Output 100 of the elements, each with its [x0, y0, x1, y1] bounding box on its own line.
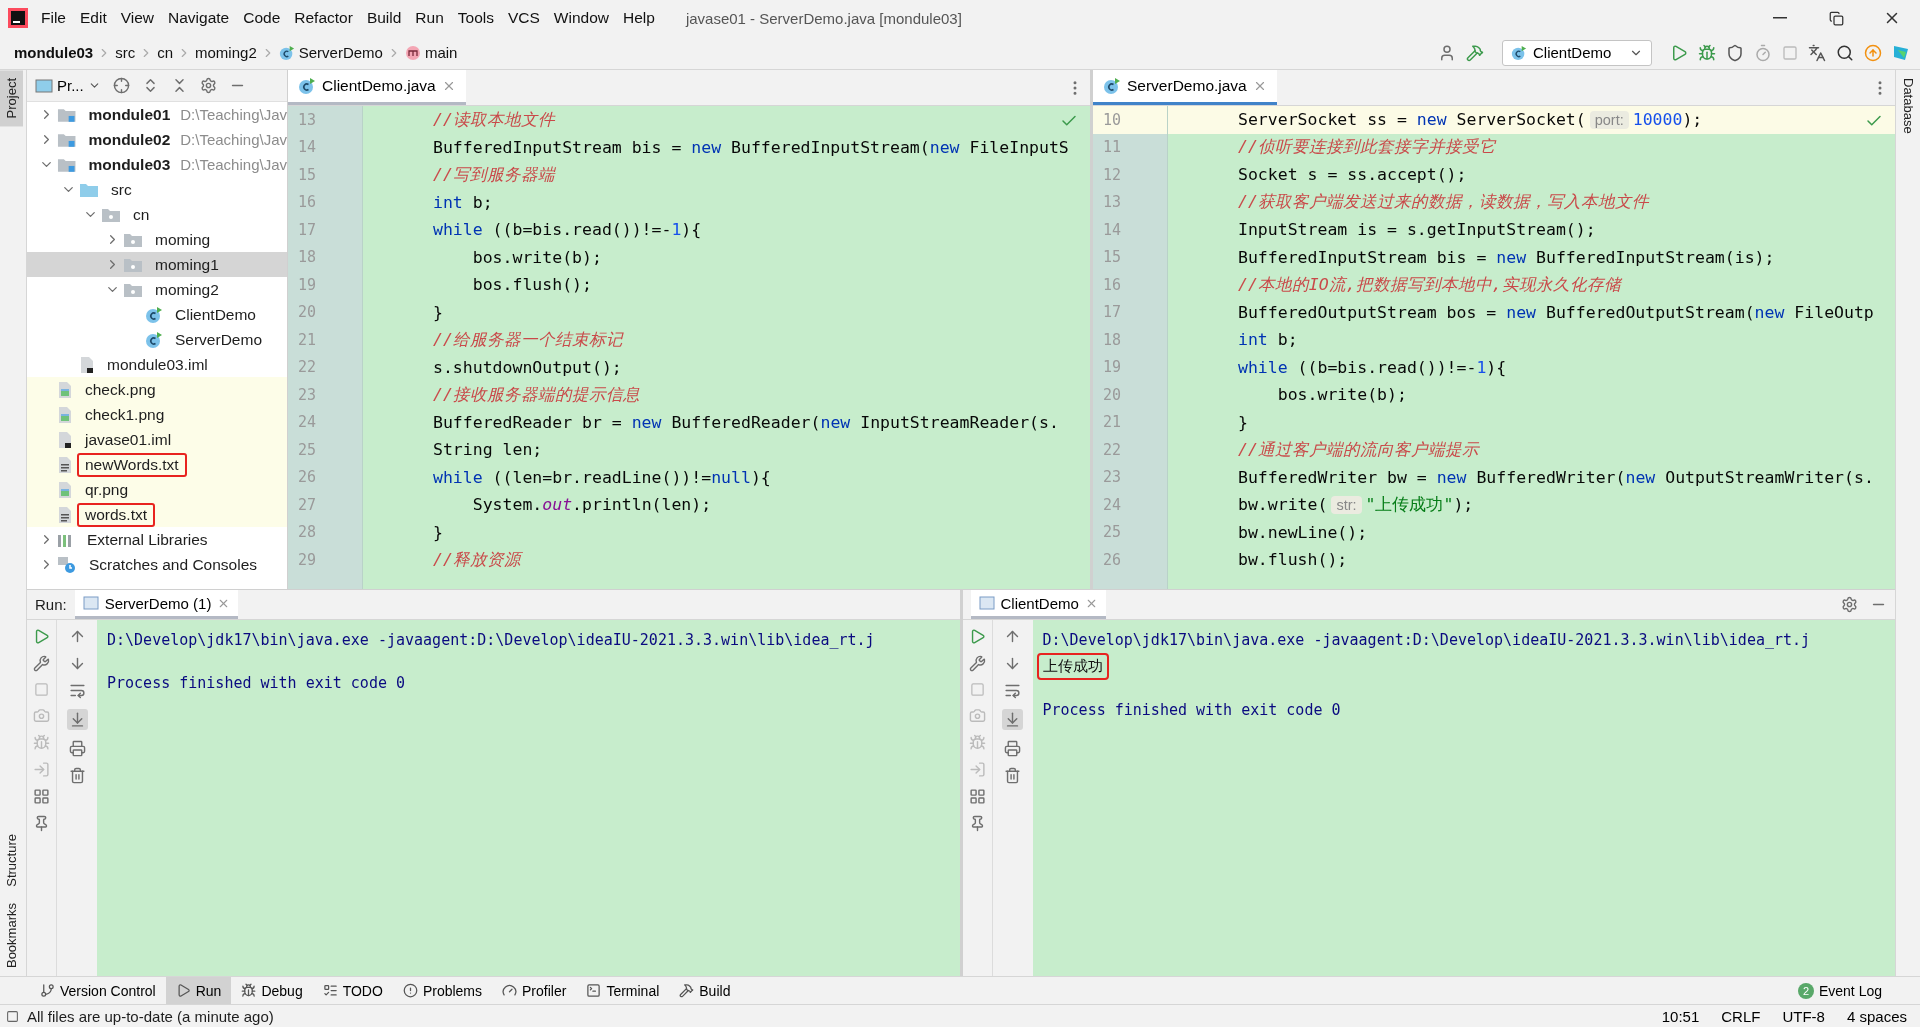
- tree-row[interactable]: ClientDemo: [27, 302, 287, 327]
- run-tab[interactable]: ClientDemo: [970, 590, 1106, 619]
- menu-item[interactable]: Refactor: [287, 5, 360, 31]
- tool-icon: [322, 983, 338, 998]
- menu-item[interactable]: File: [34, 5, 73, 31]
- tree-row[interactable]: check1.png: [27, 402, 287, 427]
- breadcrumb-item[interactable]: mondule03: [10, 44, 98, 61]
- project-view-dropdown[interactable]: Pr...: [35, 77, 101, 94]
- wrap-icon[interactable]: [1004, 682, 1021, 699]
- run-config-dropdown[interactable]: ClientDemo: [1502, 39, 1652, 66]
- tree-label: ClientDemo: [174, 304, 257, 325]
- tree-row[interactable]: mondule02 D:\Teaching\Jav: [27, 127, 287, 152]
- tree-row[interactable]: ServerDemo: [27, 327, 287, 352]
- event-log-button[interactable]: 2 Event Log: [1789, 982, 1890, 999]
- code-line: bos.write(b);: [1276, 385, 1407, 405]
- build-icon[interactable]: [1466, 43, 1484, 62]
- tree-row[interactable]: moming: [27, 227, 287, 252]
- wrench-icon[interactable]: [33, 655, 50, 672]
- tool-window-button[interactable]: TODO: [312, 976, 393, 1005]
- menu-item[interactable]: Tools: [450, 5, 501, 31]
- pin-icon[interactable]: [33, 815, 50, 832]
- tool-window-tab[interactable]: Database: [1896, 70, 1920, 142]
- print-icon[interactable]: [68, 740, 86, 757]
- menu-item[interactable]: Run: [408, 5, 451, 31]
- translate-icon[interactable]: [1808, 43, 1826, 62]
- code-line: BufferedInputStream bis = new BufferedInputStream(new FileInputS: [432, 137, 1069, 157]
- tree-row[interactable]: check.png: [27, 377, 287, 402]
- module-file-icon: [79, 355, 95, 374]
- print-icon[interactable]: [1004, 740, 1021, 757]
- tree-row[interactable]: External Libraries: [27, 527, 287, 552]
- menu-item[interactable]: Code: [236, 5, 288, 31]
- tree-label: cn: [132, 204, 151, 225]
- code-line: BufferedInputStream bis = new BufferedInputStream(is);: [1237, 247, 1775, 267]
- count-badge: 2: [1797, 982, 1814, 999]
- status-icon: [6, 1009, 19, 1023]
- menu-item[interactable]: Navigate: [161, 5, 237, 31]
- up-icon[interactable]: [1004, 628, 1021, 645]
- menu-item[interactable]: View: [113, 5, 162, 31]
- tree-row[interactable]: Scratches and Consoles: [27, 552, 287, 577]
- status-item[interactable]: UTF-8: [1775, 1007, 1832, 1025]
- breadcrumb-item[interactable]: cn: [153, 44, 178, 61]
- tree-label: ServerDemo: [174, 329, 263, 350]
- settings-icon[interactable]: [1841, 596, 1858, 613]
- tool-window-tab[interactable]: Structure: [0, 826, 23, 895]
- tree-label: qr.png: [84, 479, 130, 500]
- breadcrumb-item[interactable]: ServerDemo: [274, 44, 387, 61]
- tool-window-tab[interactable]: Project: [0, 70, 23, 127]
- status-item[interactable]: CRLF: [1714, 1007, 1768, 1025]
- tree-row[interactable]: cn: [27, 202, 287, 227]
- run-icon[interactable]: [1670, 43, 1688, 62]
- status-item[interactable]: 4 spaces: [1839, 1007, 1914, 1025]
- tree-row[interactable]: qr.png: [27, 477, 287, 502]
- tree-row[interactable]: javase01.iml: [27, 427, 287, 452]
- tree-row[interactable]: newWords.txt: [27, 452, 287, 477]
- tool-window-button[interactable]: Terminal: [576, 976, 670, 1005]
- line-number: 10: [1093, 106, 1167, 134]
- line-number: 18: [297, 247, 318, 269]
- menu-item[interactable]: VCS: [500, 5, 547, 31]
- breadcrumb-item[interactable]: moming2: [191, 44, 261, 61]
- tool-window-button[interactable]: Debug: [231, 976, 313, 1005]
- menu-item[interactable]: Window: [546, 5, 616, 31]
- menu-item[interactable]: Build: [359, 5, 409, 31]
- debug-icon[interactable]: [1698, 43, 1716, 62]
- tree-row[interactable]: moming2: [27, 277, 287, 302]
- layout-icon[interactable]: [33, 788, 50, 805]
- breadcrumb-item[interactable]: src: [111, 44, 140, 61]
- wrench-icon[interactable]: [968, 655, 986, 672]
- breadcrumb-item[interactable]: main: [400, 44, 462, 61]
- settings-icon[interactable]: [199, 77, 217, 94]
- tree-row[interactable]: src: [27, 177, 287, 202]
- scroll-to-end-icon[interactable]: [1004, 711, 1021, 728]
- code-line: }: [432, 522, 443, 542]
- tree-row[interactable]: moming1: [27, 252, 287, 277]
- search-icon[interactable]: [1836, 43, 1854, 62]
- tool-window-tab[interactable]: Bookmarks: [0, 894, 23, 976]
- tree-row[interactable]: words.txt: [27, 502, 287, 527]
- trash-icon[interactable]: [68, 767, 86, 784]
- user-icon[interactable]: [1438, 43, 1456, 62]
- tool-window-button[interactable]: Profiler: [492, 976, 577, 1005]
- wrap-icon[interactable]: [68, 682, 86, 699]
- down-icon[interactable]: [1004, 655, 1021, 672]
- line-number: 28: [297, 522, 318, 544]
- run-tab[interactable]: ServerDemo (1): [74, 590, 239, 619]
- tool-window-button[interactable]: Run: [165, 976, 232, 1005]
- editor-tab[interactable]: ServerDemo.java: [1093, 70, 1277, 105]
- layout-icon[interactable]: [968, 788, 986, 805]
- tree-row[interactable]: mondule03 D:\Teaching\Jav: [27, 152, 287, 177]
- rerun-icon[interactable]: [33, 628, 50, 645]
- menu-item[interactable]: Help: [616, 5, 662, 31]
- menu-item[interactable]: Edit: [73, 5, 114, 31]
- code-line: //释放资源: [432, 548, 521, 571]
- tree-row[interactable]: mondule01 D:\Teaching\Jav: [27, 102, 287, 127]
- editor-tab[interactable]: ClientDemo.java: [288, 70, 466, 105]
- tool-window-button[interactable]: Version Control: [30, 976, 166, 1005]
- tool-window-button[interactable]: Build: [669, 976, 741, 1005]
- tree-row[interactable]: mondule03.iml: [27, 352, 287, 377]
- status-item[interactable]: 10:51: [1654, 1007, 1707, 1025]
- trash-icon[interactable]: [1004, 767, 1021, 784]
- locate-icon[interactable]: [112, 77, 130, 94]
- tool-window-button[interactable]: Problems: [392, 976, 492, 1005]
